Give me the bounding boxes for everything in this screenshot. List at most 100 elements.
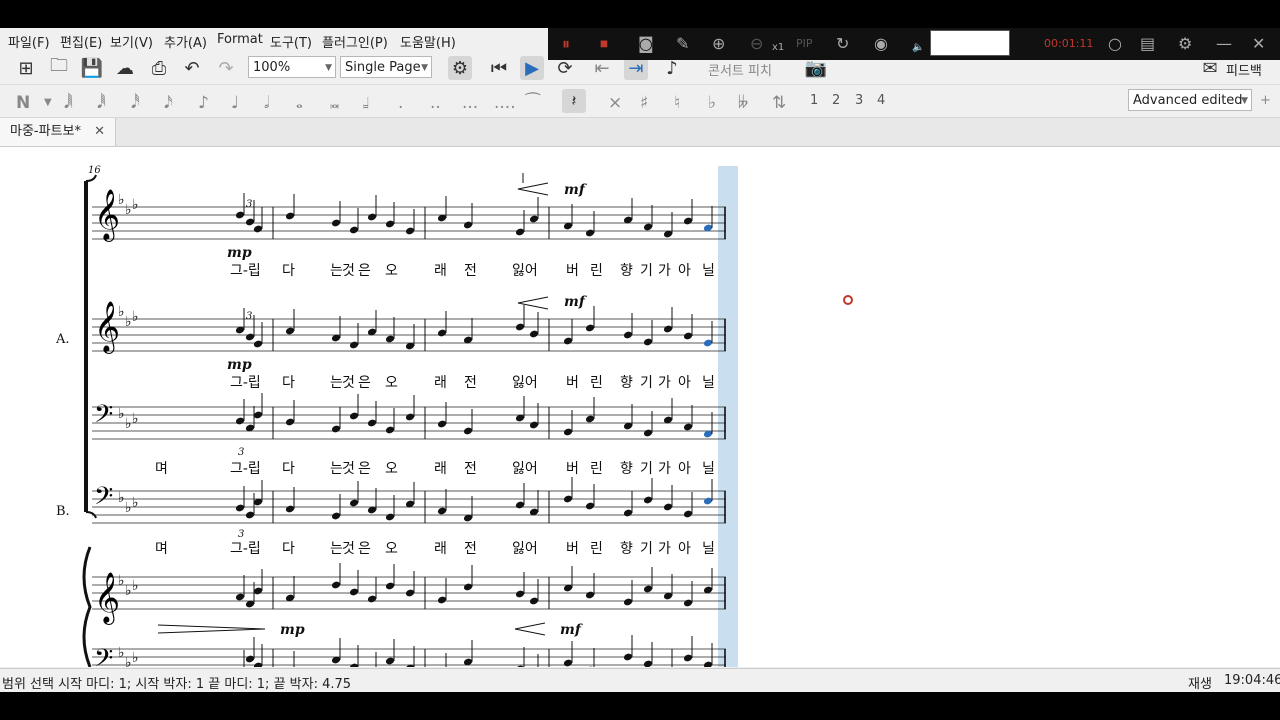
settings-icon[interactable]: ⚙	[1178, 34, 1192, 53]
midi-input-icon[interactable]: ⚙	[448, 56, 472, 80]
add-workspace-icon[interactable]: +	[1260, 93, 1271, 108]
pause-icon[interactable]: ⏸	[562, 34, 570, 54]
lyric-syllable[interactable]: 오	[385, 461, 398, 477]
cloud-upload-icon[interactable]: ☁	[113, 56, 137, 80]
stop-icon[interactable]: ⏹	[600, 34, 608, 54]
lyric-syllable[interactable]: 다	[282, 263, 295, 279]
dot-icon[interactable]: .	[398, 93, 403, 113]
lyric-syllable[interactable]: 버	[566, 263, 579, 279]
duration-longa-icon[interactable]: 𝆷	[363, 93, 369, 113]
lyric-syllable[interactable]: 기	[640, 541, 653, 557]
menu-format[interactable]: Format	[217, 32, 263, 47]
double-dot-icon[interactable]: ..	[430, 93, 441, 113]
print-icon[interactable]: ⎙	[147, 56, 171, 80]
lyric-syllable[interactable]: 오	[385, 375, 398, 391]
note-input-mode-icon[interactable]: N	[16, 93, 30, 113]
lyric-syllable[interactable]: 기	[640, 375, 653, 391]
refresh-icon[interactable]: ↻	[836, 34, 849, 53]
chevron-down-icon[interactable]: ▼	[44, 97, 52, 108]
new-file-icon[interactable]: ⊞	[14, 56, 38, 80]
lyric-syllable[interactable]: 래	[434, 541, 447, 557]
undo-icon[interactable]: ↶	[180, 56, 204, 80]
double-flat-icon[interactable]: ×	[608, 93, 622, 113]
lyric-syllable[interactable]: 은	[358, 461, 371, 477]
workspace-select[interactable]: Advanced edited ▼	[1128, 89, 1252, 111]
lyric-syllable[interactable]: 향	[620, 375, 633, 391]
lyric-syllable[interactable]: 가	[658, 541, 671, 557]
menu-edit[interactable]: 편집(E)	[60, 32, 102, 51]
menu-plugins[interactable]: 플러그인(P)	[322, 32, 388, 51]
menu-tools[interactable]: 도구(T)	[270, 32, 312, 51]
lyric-syllable[interactable]: 기	[640, 263, 653, 279]
duration-half-icon[interactable]: 𝅗𝅥	[264, 93, 269, 113]
speaker-icon[interactable]: 🔈	[912, 42, 924, 53]
flip-direction-icon[interactable]: ⇅	[772, 93, 786, 113]
pip-icon[interactable]: PIP	[796, 37, 813, 50]
lyric-syllable[interactable]: 래	[434, 375, 447, 391]
flat-icon[interactable]: ♭	[708, 93, 716, 113]
duration-32nd-icon[interactable]: 𝅘𝅥𝅰	[131, 93, 140, 113]
lyric-syllable[interactable]: 잃어	[512, 541, 538, 557]
lyric-syllable[interactable]: 버	[566, 541, 579, 557]
lyric-syllable[interactable]: 닐	[702, 375, 715, 391]
voice-4-button[interactable]: 4	[877, 93, 885, 108]
menu-add[interactable]: 추가(A)	[164, 32, 207, 51]
lyric-syllable[interactable]: 것	[342, 375, 355, 391]
feedback-button[interactable]: 피드백	[1226, 60, 1262, 79]
zoom-out-icon[interactable]: ⊖	[750, 34, 763, 53]
lyric-syllable[interactable]: 전	[464, 541, 477, 557]
duration-breve-icon[interactable]: 𝅜	[330, 93, 340, 113]
lyric-syllable[interactable]: 것	[342, 461, 355, 477]
lyric-syllable[interactable]: 잃어	[512, 263, 538, 279]
view-mode-select[interactable]: Single Page ▼	[340, 56, 432, 78]
quadruple-dot-icon[interactable]: ....	[494, 93, 516, 113]
lyric-syllable[interactable]: 잃어	[512, 375, 538, 391]
circle-icon[interactable]: ○	[1108, 34, 1122, 53]
lyric-syllable[interactable]: 은	[358, 263, 371, 279]
play-icon[interactable]: ▶	[520, 56, 544, 80]
lyric-syllable[interactable]: 향	[620, 263, 633, 279]
voice-2-button[interactable]: 2	[832, 93, 840, 108]
lyric-syllable[interactable]: 그-립	[230, 263, 261, 279]
lyric-syllable[interactable]: 것	[342, 263, 355, 279]
lyric-syllable[interactable]: 래	[434, 461, 447, 477]
pen-icon[interactable]: ✎	[676, 34, 689, 53]
natural-icon[interactable]: ♮	[674, 93, 680, 113]
lyric-syllable[interactable]: 그-립	[230, 461, 261, 477]
rest-icon[interactable]: 𝄽	[562, 89, 586, 113]
redo-icon[interactable]: ↷	[214, 56, 238, 80]
tie-icon[interactable]: ⁀	[526, 93, 540, 113]
lyric-syllable[interactable]: 아	[678, 375, 691, 391]
zoom-select[interactable]: 100% ▼	[248, 56, 336, 78]
lyric-syllable[interactable]: 린	[590, 541, 603, 557]
lyric-syllable[interactable]: 기	[640, 461, 653, 477]
close-icon[interactable]: ✕	[94, 118, 105, 146]
menu-view[interactable]: 보기(V)	[110, 32, 153, 51]
lyric-syllable[interactable]: 전	[464, 375, 477, 391]
score-canvas[interactable]: 16 A. B. 𝄞 𝄞 𝄢 𝄢 𝄞 𝄢 ♭ ♭ ♭ ♭ ♭ ♭ ♭ ♭ ♭ ♭…	[0, 147, 1280, 667]
lyric-syllable[interactable]: 린	[590, 375, 603, 391]
zoom-in-icon[interactable]: ⊕	[712, 34, 725, 53]
lyric-syllable[interactable]: 오	[385, 541, 398, 557]
lyric-syllable[interactable]: 가	[658, 375, 671, 391]
lyric-syllable[interactable]: 그-립	[230, 375, 261, 391]
camera-icon[interactable]: ◙	[638, 34, 654, 53]
menu-file[interactable]: 파일(F)	[8, 32, 50, 51]
lyric-syllable[interactable]: 린	[590, 263, 603, 279]
lyric-syllable[interactable]: 가	[658, 263, 671, 279]
duration-quarter-icon[interactable]: ♩	[231, 93, 239, 113]
lyric-syllable[interactable]: 래	[434, 263, 447, 279]
open-folder-icon[interactable]: 🗀	[47, 55, 71, 80]
tab-score[interactable]: 마중-파트보* ✕	[0, 118, 116, 146]
lyric-syllable[interactable]: 잃어	[512, 461, 538, 477]
minimize-icon[interactable]: —	[1216, 34, 1232, 53]
lyric-syllable[interactable]: 오	[385, 263, 398, 279]
lyric-syllable[interactable]: 다	[282, 375, 295, 391]
lyric-syllable[interactable]: 은	[358, 375, 371, 391]
lyric-syllable[interactable]: 은	[358, 541, 371, 557]
lyric-syllable[interactable]: 다	[282, 541, 295, 557]
menu-help[interactable]: 도움말(H)	[400, 32, 456, 51]
lyric-syllable[interactable]: 아	[678, 263, 691, 279]
voice-3-button[interactable]: 3	[855, 93, 863, 108]
lyric-syllable[interactable]: 린	[590, 461, 603, 477]
